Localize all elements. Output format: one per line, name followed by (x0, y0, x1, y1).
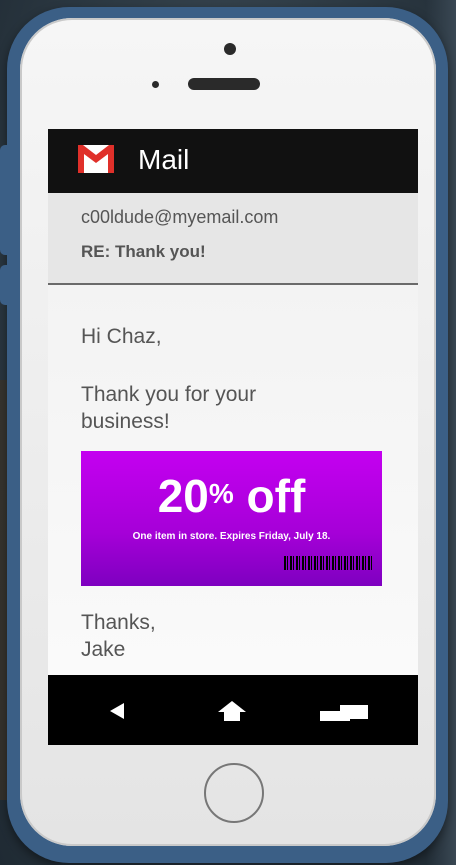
gmail-icon (78, 145, 114, 173)
back-icon[interactable] (110, 703, 124, 719)
coupon-amount: 20 (157, 470, 209, 522)
coupon-percent-sign: % (208, 478, 234, 509)
coupon-discount: 20% off (81, 469, 382, 523)
app-bar: Mail (48, 129, 418, 193)
side-button[interactable] (0, 265, 14, 305)
speaker-grille (188, 78, 260, 90)
email-subject: RE: Thank you! (81, 242, 206, 261)
home-icon[interactable] (218, 701, 246, 723)
navigation-bar (48, 675, 418, 745)
email-body-text: Thank you for your business! (81, 383, 257, 433)
email-signoff: Thanks, Jake (81, 609, 156, 663)
coupon-off-label: off (233, 470, 306, 522)
volume-button[interactable] (0, 145, 14, 255)
signoff-line-1: Thanks, (81, 611, 156, 634)
coupon-details: One item in store. Expires Friday, July … (132, 531, 331, 542)
barcode-icon (284, 556, 374, 570)
camera-icon (224, 43, 236, 55)
phone-screen: Mail c00ldude@myemail.com RE: Thank you!… (48, 129, 418, 745)
recents-icon[interactable] (320, 705, 368, 721)
app-title: Mail (138, 144, 190, 175)
signoff-line-2: Jake (81, 638, 126, 661)
email-sender: c00ldude@myemail.com (81, 207, 279, 227)
email-greeting: Hi Chaz, (81, 325, 162, 348)
sensor-icon (152, 81, 159, 88)
coupon-image[interactable]: 20% off One item in store. Expires Frida… (81, 451, 382, 586)
home-button[interactable] (204, 763, 264, 823)
